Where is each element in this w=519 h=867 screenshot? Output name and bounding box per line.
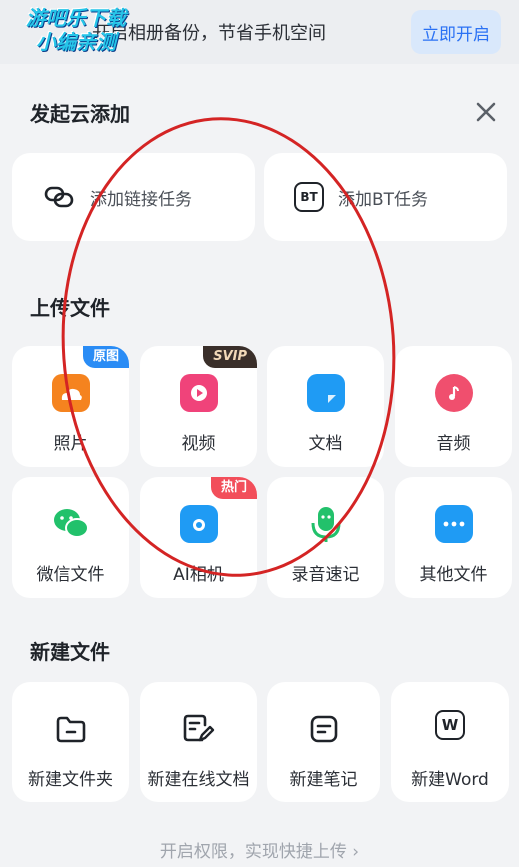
enable-backup-button[interactable]: 立即开启	[411, 10, 501, 54]
upload-other-file-label: 其他文件	[419, 565, 488, 585]
microphone-icon	[307, 505, 345, 543]
voice-memo-button[interactable]: 录音速记	[267, 477, 384, 598]
original-badge: 原图	[82, 346, 129, 368]
upload-photo-label: 照片	[53, 434, 88, 454]
voice-memo-label: 录音速记	[291, 565, 360, 585]
enable-permission-link[interactable]: 开启权限，实现快捷上传 ›	[0, 837, 519, 862]
new-word-label: 新建Word	[411, 770, 489, 790]
bt-icon: BT	[294, 182, 324, 212]
new-online-doc-button[interactable]: 新建在线文档	[140, 682, 257, 802]
upload-audio-label: 音频	[436, 434, 471, 454]
link-icon	[42, 180, 76, 214]
upload-section-title: 上传文件	[30, 296, 110, 320]
wechat-icon	[52, 505, 90, 543]
photo-icon	[51, 374, 90, 412]
upload-wechat-file-button[interactable]: 微信文件	[12, 477, 129, 598]
new-folder-label: 新建文件夹	[28, 770, 113, 790]
upload-video-button[interactable]: SVIP 视频	[140, 346, 257, 467]
word-icon: W	[435, 710, 465, 740]
upload-video-label: 视频	[181, 434, 216, 454]
new-note-button[interactable]: 新建笔记	[267, 682, 380, 802]
close-icon[interactable]	[472, 98, 500, 126]
add-sheet: 发起云添加 添加链接任务 BT 添加BT任务 上传文件 原图 照片 SVIP 视…	[0, 64, 519, 867]
camera-icon	[179, 505, 218, 543]
upload-audio-button[interactable]: 音频	[395, 346, 512, 467]
add-link-task-label: 添加链接任务	[90, 189, 192, 210]
add-bt-task-label: 添加BT任务	[338, 189, 429, 210]
upload-document-label: 文档	[308, 434, 343, 454]
online-doc-icon	[180, 710, 218, 748]
new-note-label: 新建笔记	[289, 770, 358, 790]
upload-document-button[interactable]: 文档	[267, 346, 384, 467]
new-word-button[interactable]: W 新建Word	[391, 682, 509, 802]
ai-camera-label: AI相机	[173, 565, 224, 585]
music-note-icon	[434, 374, 473, 412]
watermark-line1: 游吧乐下载	[26, 6, 126, 30]
add-bt-task-button[interactable]: BT 添加BT任务	[264, 153, 507, 241]
create-section-title: 新建文件	[30, 640, 110, 664]
new-folder-button[interactable]: 新建文件夹	[12, 682, 129, 802]
note-icon	[305, 710, 343, 748]
upload-wechat-file-label: 微信文件	[36, 565, 105, 585]
watermark-line2: 小编亲测	[36, 30, 116, 54]
svip-badge: SVIP	[203, 346, 257, 368]
upload-photo-button[interactable]: 原图 照片	[12, 346, 129, 467]
document-icon	[306, 374, 345, 412]
more-dots-icon	[434, 505, 473, 543]
upload-other-file-button[interactable]: 其他文件	[395, 477, 512, 598]
add-link-task-button[interactable]: 添加链接任务	[12, 153, 255, 241]
sheet-title: 发起云添加	[30, 102, 130, 126]
ai-camera-button[interactable]: 热门 AI相机	[140, 477, 257, 598]
folder-icon	[52, 710, 90, 748]
watermark-logo: 游吧乐下载 小编亲测	[6, 6, 146, 62]
video-icon	[179, 374, 218, 412]
hot-badge: 热门	[210, 477, 257, 499]
new-online-doc-label: 新建在线文档	[147, 770, 250, 790]
